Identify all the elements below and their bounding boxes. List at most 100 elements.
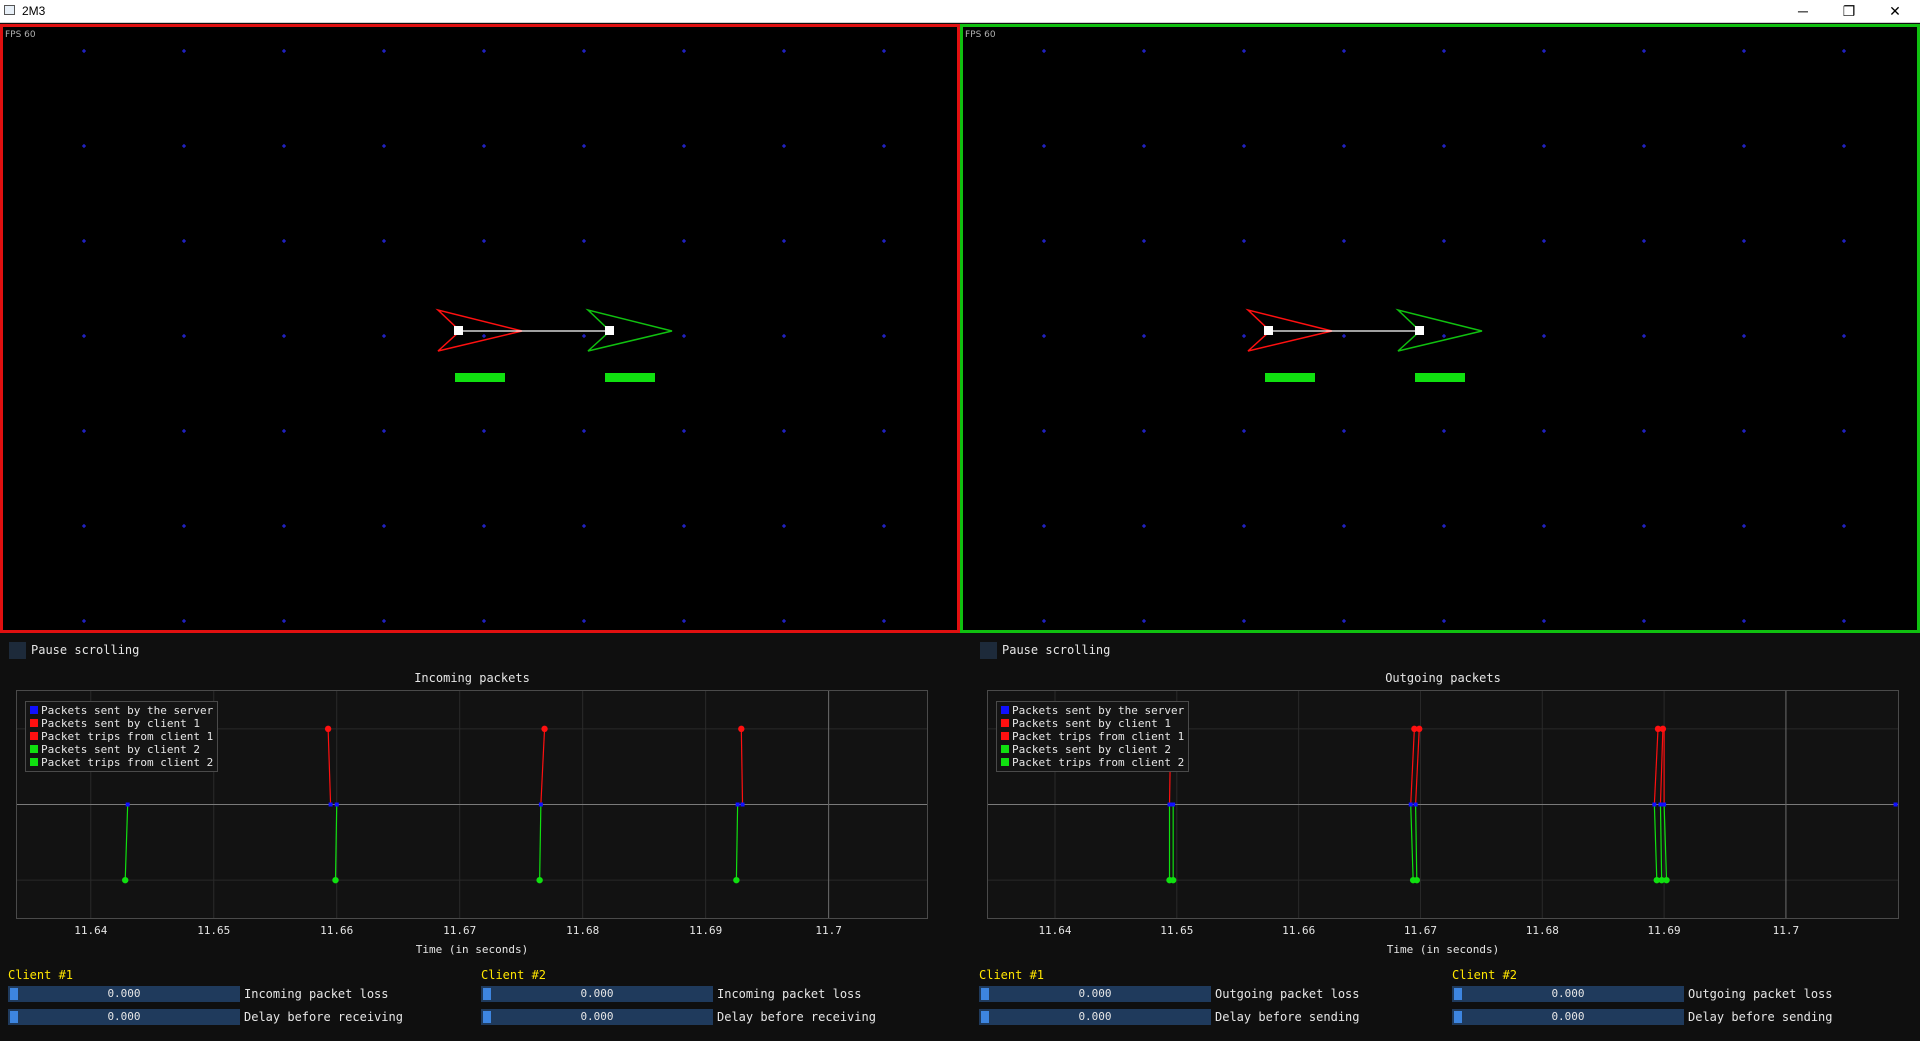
- slider-value: 0.000: [1551, 987, 1585, 1000]
- game-scene: [1042, 49, 1846, 623]
- delay-label: Delay before receiving: [244, 1010, 403, 1024]
- player-2-health-bar: [1415, 373, 1465, 382]
- client-2-delay-slider[interactable]: 0.000: [1452, 1009, 1684, 1025]
- client-packet-point: [1169, 876, 1177, 884]
- client-packet-point: [324, 725, 332, 733]
- grid-dot: [1742, 239, 1746, 243]
- grid-dot: [282, 49, 286, 53]
- grid-dot: [1042, 239, 1046, 243]
- grid-dot: [182, 524, 186, 528]
- grid-dot: [482, 49, 486, 53]
- grid-dot: [1642, 524, 1646, 528]
- title-bar: 2M3 ─ ❐ ✕: [0, 0, 1920, 23]
- server-packet-point: [740, 802, 745, 807]
- grid-dot: [1442, 524, 1446, 528]
- slider-value: 0.000: [1078, 1010, 1112, 1023]
- grid-dot: [1342, 429, 1346, 433]
- legend-item[interactable]: Packet trips from client 2: [1001, 756, 1184, 769]
- grid-dot: [582, 49, 586, 53]
- pause-scrolling-checkbox[interactable]: [9, 642, 26, 659]
- client-2-game-view[interactable]: FPS 60: [960, 24, 1920, 633]
- grid-dot: [1742, 619, 1746, 623]
- legend-label: Packet trips from client 1: [41, 730, 214, 743]
- grid-dot: [1042, 144, 1046, 148]
- client-packet-point: [738, 725, 745, 733]
- plot-legend: Packets sent by the server Packets sent b…: [25, 701, 219, 772]
- packet-loss-label: Incoming packet loss: [244, 987, 389, 1001]
- grid-dot: [82, 49, 86, 53]
- player-2-marker: [605, 326, 614, 335]
- legend-item[interactable]: Packets sent by client 2: [30, 743, 213, 756]
- packet-trip-line: [735, 804, 739, 881]
- legend-swatch: [30, 732, 38, 740]
- grid-dot: [82, 524, 86, 528]
- client-2-packet-loss-slider[interactable]: 0.000: [1452, 986, 1684, 1002]
- x-tick-label: 11.64: [74, 924, 108, 937]
- grid-dot: [1842, 144, 1846, 148]
- server-packet-point: [1652, 802, 1657, 807]
- pause-scrolling-label: Pause scrolling: [31, 643, 140, 657]
- grid-dot: [1842, 429, 1846, 433]
- grid-dot: [482, 524, 486, 528]
- grid-dot: [1842, 524, 1846, 528]
- grid-dot: [1242, 334, 1246, 338]
- incoming-packets-plot[interactable]: Packets sent by the server Packets sent b…: [16, 690, 928, 919]
- packet-loss-label: Outgoing packet loss: [1215, 987, 1360, 1001]
- legend-item[interactable]: Packet trips from client 1: [1001, 730, 1184, 743]
- legend-item[interactable]: Packet trips from client 1: [30, 730, 213, 743]
- legend-swatch: [1001, 706, 1009, 714]
- grid-dot: [582, 144, 586, 148]
- grid-dot: [882, 239, 886, 243]
- packet-trip-line: [539, 804, 542, 881]
- grid-dot: [1542, 619, 1546, 623]
- x-tick-label: 11.64: [1038, 924, 1072, 937]
- client-2-delay-slider[interactable]: 0.000: [481, 1009, 713, 1025]
- legend-swatch: [30, 719, 38, 727]
- pause-scrolling-checkbox[interactable]: [980, 642, 997, 659]
- legend-item[interactable]: Packets sent by the server: [30, 704, 213, 717]
- client-1-game-view[interactable]: FPS 60: [0, 24, 960, 633]
- client-1-packet-loss-slider[interactable]: 0.000: [979, 986, 1211, 1002]
- legend-swatch: [30, 706, 38, 714]
- legend-item[interactable]: Packets sent by client 2: [1001, 743, 1184, 756]
- close-button[interactable]: ✕: [1872, 0, 1918, 22]
- grid-dot: [682, 429, 686, 433]
- maximize-button[interactable]: ❐: [1826, 0, 1872, 22]
- legend-item[interactable]: Packets sent by the server: [1001, 704, 1184, 717]
- x-axis-label: Time (in seconds): [415, 943, 529, 956]
- server-packet-point: [1408, 802, 1413, 807]
- grid-dot: [82, 619, 86, 623]
- legend-swatch: [1001, 758, 1009, 766]
- grid-dot: [1142, 429, 1146, 433]
- packet-trip-line: [740, 728, 744, 805]
- grid-dot: [1642, 619, 1646, 623]
- grid-dot: [782, 144, 786, 148]
- grid-dot: [1542, 144, 1546, 148]
- grid-dot: [1142, 334, 1146, 338]
- x-tick-label: 11.66: [320, 924, 354, 937]
- client-2-header: Client #2: [481, 968, 547, 982]
- grid-dot: [1842, 619, 1846, 623]
- grid-dot: [182, 334, 186, 338]
- server-packet-point: [125, 802, 130, 807]
- player-1-marker: [454, 326, 463, 335]
- legend-item[interactable]: Packets sent by client 1: [30, 717, 213, 730]
- client-1-packet-loss-slider[interactable]: 0.000: [8, 986, 240, 1002]
- slider-value: 0.000: [107, 1010, 141, 1023]
- legend-item[interactable]: Packet trips from client 2: [30, 756, 213, 769]
- client-packet-point: [536, 876, 543, 884]
- legend-item[interactable]: Packets sent by client 1: [1001, 717, 1184, 730]
- client-2-packet-loss-slider[interactable]: 0.000: [481, 986, 713, 1002]
- client-1-delay-slider[interactable]: 0.000: [979, 1009, 1211, 1025]
- grid-dot: [82, 239, 86, 243]
- minimize-button[interactable]: ─: [1780, 0, 1826, 22]
- legend-swatch: [30, 758, 38, 766]
- outgoing-packets-plot[interactable]: Packets sent by the server Packets sent b…: [987, 690, 1899, 919]
- packet-trip-line: [1653, 728, 1659, 805]
- client-1-delay-slider[interactable]: 0.000: [8, 1009, 240, 1025]
- grid-dot: [1042, 334, 1046, 338]
- slider-value: 0.000: [1078, 987, 1112, 1000]
- grid-dot: [1742, 144, 1746, 148]
- grid-dot: [782, 524, 786, 528]
- grid-dot: [182, 239, 186, 243]
